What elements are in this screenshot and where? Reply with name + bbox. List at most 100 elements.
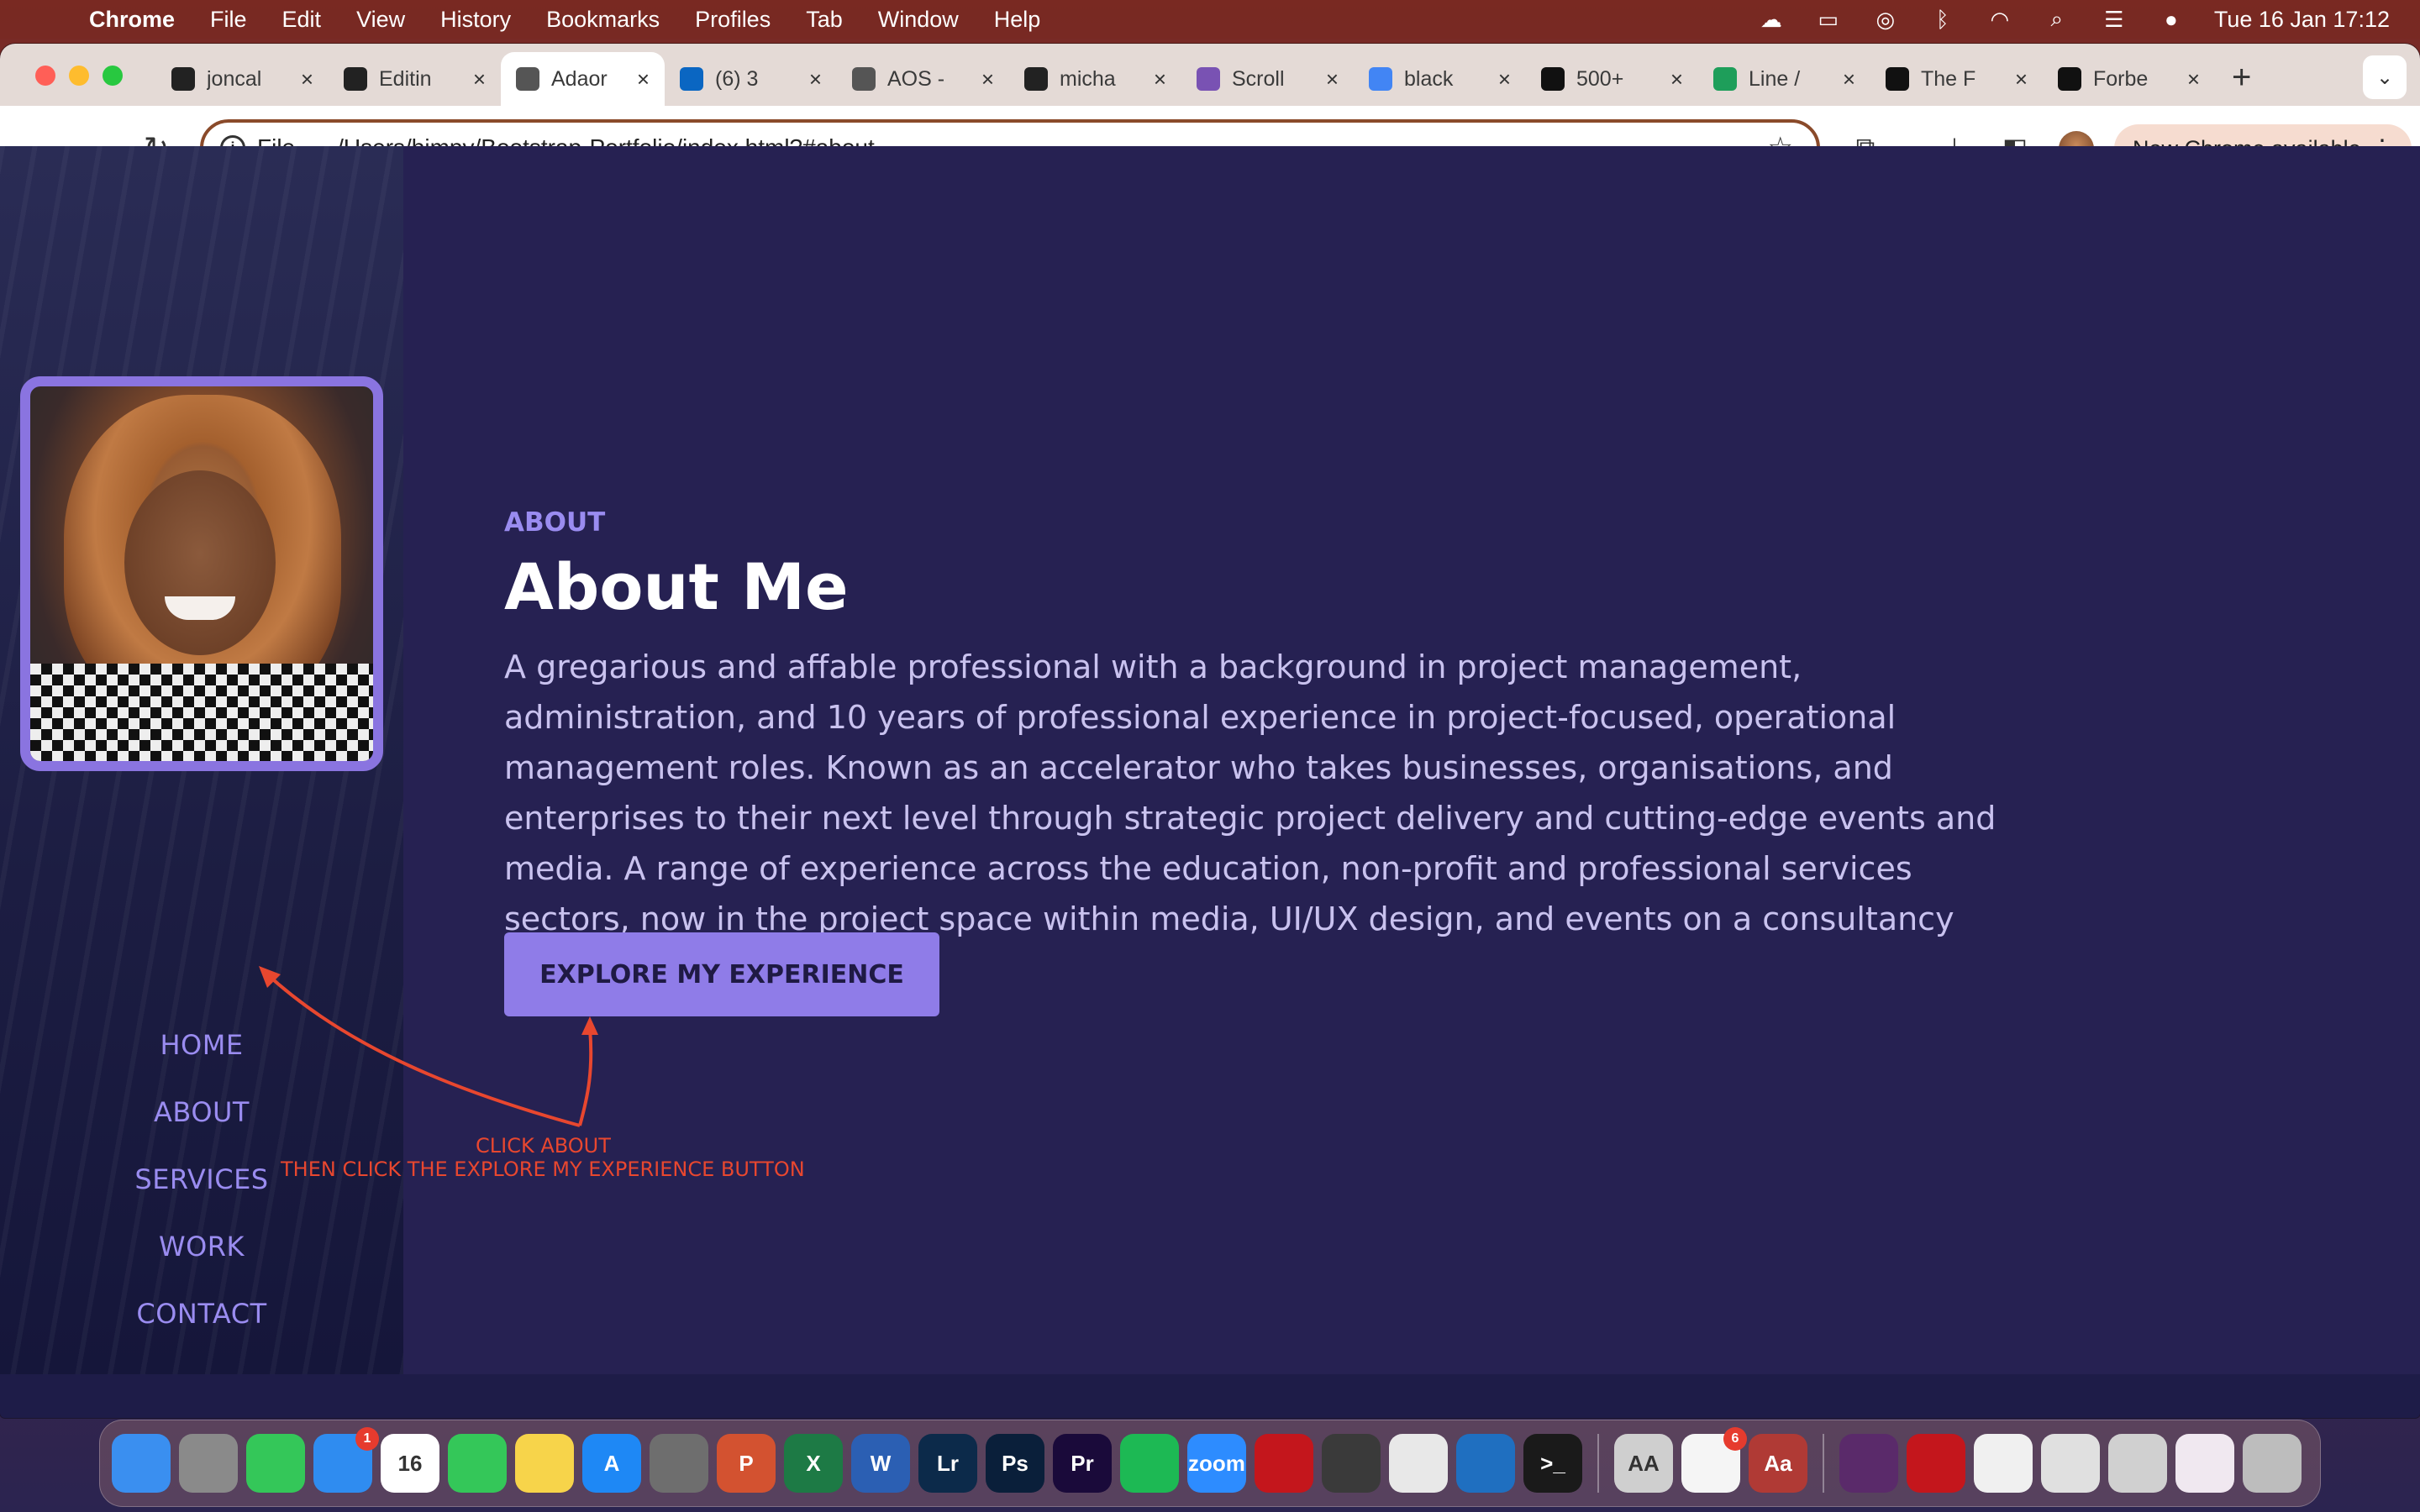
tab-close-icon[interactable]: × (981, 66, 994, 92)
creative-cloud-icon[interactable]: ☁ (1757, 7, 1786, 32)
wifi-icon[interactable]: ◠ (1986, 7, 2014, 32)
dictionary-icon[interactable]: Aa (1749, 1434, 1807, 1493)
new-tab-button[interactable]: + (2232, 59, 2251, 97)
dock-item-label: zoom (1188, 1450, 1245, 1476)
tab-close-icon[interactable]: × (1498, 66, 1511, 92)
menu-window[interactable]: Window (878, 7, 959, 33)
photoshop-icon[interactable]: Ps (986, 1434, 1044, 1493)
tab-close-icon[interactable]: × (1154, 66, 1166, 92)
airdrop-icon[interactable]: ◎ (1871, 7, 1900, 32)
recent-doc-3-icon[interactable] (2108, 1434, 2167, 1493)
tab-title: The F (1921, 66, 1976, 91)
browser-tab[interactable]: Editin × (329, 52, 501, 106)
calendar-icon[interactable]: 16 (381, 1434, 439, 1493)
minimize-window-button[interactable] (69, 66, 89, 86)
recent-doc-1-icon[interactable] (1974, 1434, 2033, 1493)
nav-home[interactable]: HOME (0, 1011, 403, 1079)
browser-tab[interactable]: Forbe × (2043, 52, 2215, 106)
tab-close-icon[interactable]: × (473, 66, 486, 92)
facetime-icon[interactable] (448, 1434, 507, 1493)
browser-tab[interactable]: The F × (1870, 52, 2043, 106)
tab-close-icon[interactable]: × (301, 66, 313, 92)
mail-icon[interactable]: 1 (313, 1427, 379, 1493)
lightroom-icon[interactable]: Lr (918, 1434, 977, 1493)
browser-tab[interactable]: (6) 3 × (665, 52, 837, 106)
browser-tab[interactable]: Scroll × (1181, 52, 1354, 106)
tab-title: Forbe (2093, 66, 2149, 91)
explore-experience-button[interactable]: EXPLORE MY EXPERIENCE (504, 932, 939, 1016)
reminders-icon[interactable]: 6 (1681, 1427, 1747, 1493)
menu-view[interactable]: View (356, 7, 405, 33)
nav-about[interactable]: ABOUT (0, 1079, 403, 1146)
recent-doc-4-icon[interactable] (2175, 1434, 2234, 1493)
tab-title: AOS - (887, 66, 945, 91)
annotation-text-line2: THEN CLICK THE EXPLORE MY EXPERIENCE BUT… (281, 1158, 805, 1181)
menu-history[interactable]: History (440, 7, 511, 33)
menu-bookmarks[interactable]: Bookmarks (546, 7, 660, 33)
nav-work[interactable]: WORK (0, 1213, 403, 1280)
notification-badge: 6 (1723, 1427, 1747, 1451)
zoom-window-button[interactable] (103, 66, 123, 86)
siri-icon[interactable]: ● (2157, 7, 2186, 32)
trash-icon[interactable] (2243, 1434, 2302, 1493)
battery-icon[interactable]: ▭ (1814, 7, 1843, 32)
browser-tab[interactable]: 500+ × (1526, 52, 1698, 106)
spotlight-search-icon[interactable]: ⌕ (2043, 6, 2071, 31)
macos-dock: 1 16 A P X W Lr Ps Pr zoom >_ AA 6 Aa (99, 1420, 2321, 1507)
chrome-icon[interactable] (1389, 1434, 1448, 1493)
terminal-icon[interactable]: >_ (1523, 1434, 1582, 1493)
word-icon[interactable]: W (851, 1434, 910, 1493)
nav-contact[interactable]: CONTACT (0, 1280, 403, 1347)
system-settings-icon[interactable] (650, 1434, 708, 1493)
window-controls (35, 66, 123, 86)
menu-help[interactable]: Help (994, 7, 1041, 33)
zoom-icon[interactable]: zoom (1187, 1434, 1246, 1493)
powerpoint-icon[interactable]: P (717, 1434, 776, 1493)
globe-icon (516, 67, 539, 91)
recent-image-icon[interactable] (1839, 1434, 1898, 1493)
menu-tab[interactable]: Tab (806, 7, 843, 33)
browser-tab[interactable]: black × (1354, 52, 1526, 106)
tab-close-icon[interactable]: × (809, 66, 822, 92)
notes-icon[interactable] (515, 1434, 574, 1493)
tab-close-icon[interactable]: × (2187, 66, 2200, 92)
premiere-icon[interactable]: Pr (1053, 1434, 1112, 1493)
browser-tab[interactable]: Adaor × (501, 52, 665, 106)
tab-search-chevron-icon[interactable]: ⌄ (2363, 55, 2407, 99)
annotation-arrow-to-button (578, 1027, 593, 1126)
tab-close-icon[interactable]: × (1670, 66, 1683, 92)
tab-close-icon[interactable]: × (637, 66, 650, 92)
control-center-icon[interactable]: ☰ (2100, 7, 2128, 32)
linkedin-icon (680, 67, 703, 91)
excel-icon[interactable]: X (784, 1434, 843, 1493)
browser-tab[interactable]: micha × (1009, 52, 1181, 106)
app-store-icon[interactable]: A (582, 1434, 641, 1493)
close-window-button[interactable] (35, 66, 55, 86)
font-book-icon[interactable]: AA (1614, 1434, 1673, 1493)
tab-close-icon[interactable]: × (1843, 66, 1855, 92)
dock-separator (1823, 1434, 1824, 1493)
acrobat-icon[interactable] (1255, 1434, 1313, 1493)
menu-file[interactable]: File (210, 7, 247, 33)
browser-tab[interactable]: Line / × (1698, 52, 1870, 106)
browser-tab[interactable]: joncal × (156, 52, 329, 106)
menu-app-name[interactable]: Chrome (89, 7, 175, 33)
calculator-icon[interactable] (1322, 1434, 1381, 1493)
browser-tab[interactable]: AOS - × (837, 52, 1009, 106)
menu-edit[interactable]: Edit (282, 7, 322, 33)
recent-pdf-icon[interactable] (1907, 1434, 1965, 1493)
menubar-clock[interactable]: Tue 16 Jan 17:12 (2214, 7, 2390, 33)
tab-title: micha (1060, 66, 1116, 91)
tab-close-icon[interactable]: × (2015, 66, 2028, 92)
vscode-icon[interactable] (1456, 1434, 1515, 1493)
menu-profiles[interactable]: Profiles (695, 7, 771, 33)
bluetooth-icon[interactable]: ᛒ (1928, 7, 1957, 32)
messages-icon[interactable] (246, 1434, 305, 1493)
dock-item-label: P (739, 1450, 754, 1476)
finder-icon[interactable] (112, 1434, 171, 1493)
portrait-face-shape (124, 470, 276, 655)
tab-close-icon[interactable]: × (1326, 66, 1339, 92)
launchpad-icon[interactable] (179, 1434, 238, 1493)
recent-doc-2-icon[interactable] (2041, 1434, 2100, 1493)
spotify-icon[interactable] (1120, 1434, 1179, 1493)
